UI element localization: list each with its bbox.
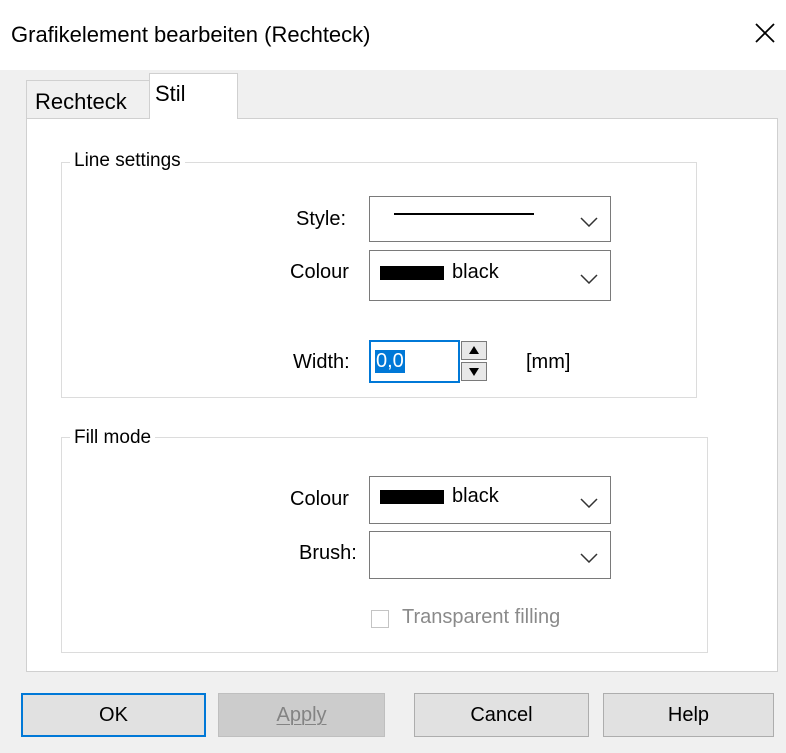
fill-colour-value: black <box>452 485 499 507</box>
cancel-button[interactable]: Cancel <box>414 693 589 737</box>
help-button[interactable]: Help <box>603 693 774 737</box>
line-colour-label: Colour <box>290 261 349 283</box>
width-input[interactable]: 0,0 <box>369 340 460 383</box>
fill-colour-swatch <box>380 490 444 504</box>
ok-button[interactable]: OK <box>21 693 206 737</box>
arrow-up-icon <box>469 346 479 354</box>
tab-rechteck[interactable]: Rechteck <box>26 80 150 120</box>
chevron-down-icon <box>580 273 598 284</box>
line-settings-legend: Line settings <box>70 150 185 172</box>
line-style-sample <box>394 213 534 215</box>
line-colour-value: black <box>452 261 499 283</box>
chevron-down-icon <box>580 553 598 563</box>
width-label: Width: <box>293 351 350 373</box>
fill-colour-label: Colour <box>290 488 349 510</box>
apply-label: Apply <box>276 704 327 726</box>
spin-down-button[interactable] <box>461 362 487 381</box>
width-unit: [mm] <box>526 351 571 373</box>
transparent-filling-label: Transparent filling <box>402 606 561 628</box>
arrow-down-icon <box>469 368 479 376</box>
brush-label: Brush: <box>299 542 357 564</box>
fill-mode-legend: Fill mode <box>70 427 156 449</box>
close-icon[interactable] <box>752 20 778 46</box>
apply-button[interactable]: Apply <box>218 693 385 737</box>
line-colour-swatch <box>380 266 444 280</box>
width-value: 0,0 <box>375 350 405 373</box>
width-spinner[interactable] <box>461 341 487 382</box>
brush-select[interactable] <box>369 531 611 579</box>
chevron-down-icon <box>580 217 598 227</box>
chevron-down-icon <box>580 498 598 508</box>
transparent-filling-checkbox[interactable] <box>371 610 389 628</box>
tab-stil[interactable]: Stil <box>149 73 238 119</box>
spin-up-button[interactable] <box>461 341 487 360</box>
line-colour-select[interactable]: black <box>369 250 611 301</box>
style-select[interactable] <box>369 196 611 242</box>
window-title: Grafikelement bearbeiten (Rechteck) <box>11 22 371 47</box>
fill-colour-select[interactable]: black <box>369 476 611 524</box>
style-label: Style: <box>296 208 347 230</box>
